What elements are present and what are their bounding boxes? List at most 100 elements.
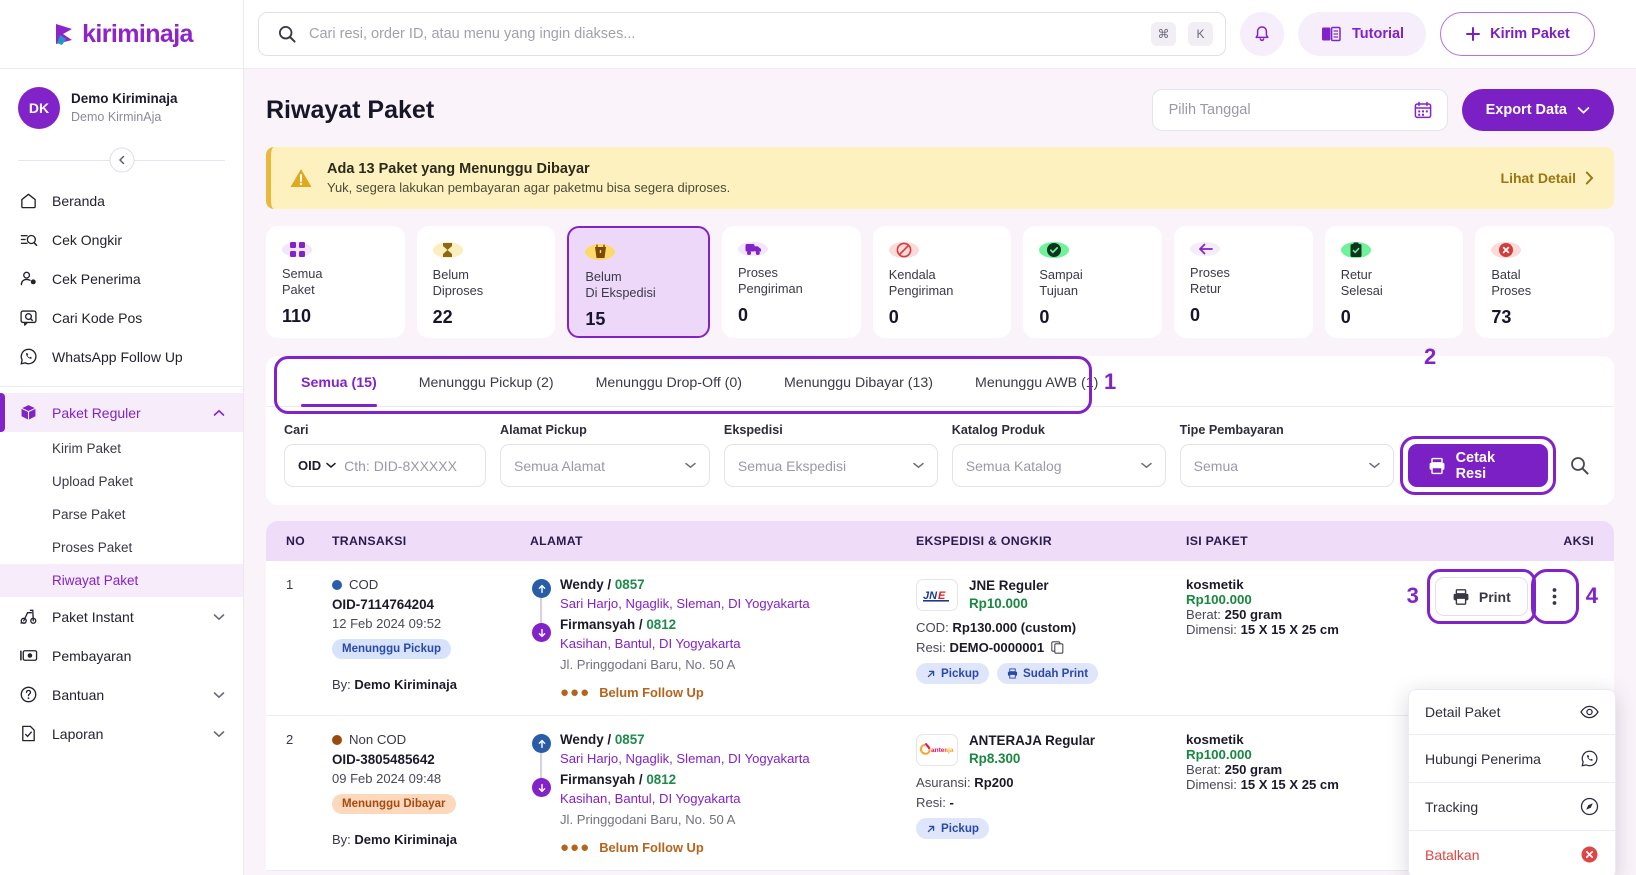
row-menu-button[interactable] bbox=[1540, 577, 1570, 616]
tab-menunggu-drop-off[interactable]: Menunggu Drop-Off (0) bbox=[575, 356, 763, 406]
follow-up-status[interactable]: ●●● Belum Follow Up bbox=[560, 839, 916, 856]
sidebar-group-paket-reguler[interactable]: Paket Reguler bbox=[0, 393, 243, 432]
filter-label: Ekspedisi bbox=[724, 423, 938, 437]
search-input-placeholder: Cth: DID-8XXXXX bbox=[344, 458, 457, 474]
status-card-semua-paket[interactable]: SemuaPaket 110 bbox=[266, 226, 405, 338]
order-datetime: 09 Feb 2024 09:48 bbox=[332, 771, 530, 786]
alert-detail-link[interactable]: Lihat Detail bbox=[1501, 170, 1594, 186]
status-card-sampai-tujuan[interactable]: SampaiTujuan 0 bbox=[1023, 226, 1162, 338]
annotation-4: 4 bbox=[1586, 583, 1598, 609]
select-value: Semua Katalog bbox=[966, 458, 1062, 474]
sidebar-item-label: Beranda bbox=[52, 193, 105, 209]
cell-alamat: Wendy / 0857 Sari Harjo, Ngaglik, Sleman… bbox=[530, 577, 916, 701]
menu-item-hubungi-penerima[interactable]: Hubungi Penerima bbox=[1409, 735, 1615, 783]
calendar-icon bbox=[1413, 100, 1433, 120]
tab-semua[interactable]: Semua (15) bbox=[280, 356, 398, 406]
sidebar-item-upload-paket[interactable]: Upload Paket bbox=[0, 465, 243, 498]
tipe-pembayaran-select[interactable]: Semua bbox=[1180, 444, 1394, 487]
profile-subtitle: Demo KirminAja bbox=[71, 109, 178, 126]
status-tabs: Semua (15) Menunggu Pickup (2) Menunggu … bbox=[266, 356, 1614, 407]
menu-item-tracking[interactable]: Tracking bbox=[1409, 783, 1615, 831]
tab-menunggu-pickup[interactable]: Menunggu Pickup (2) bbox=[398, 356, 575, 406]
by-label: By: bbox=[332, 832, 351, 847]
tab-menunggu-awb[interactable]: Menunggu AWB (1) bbox=[954, 356, 1119, 406]
status-card-proses-pengiriman[interactable]: ProsesPengiriman 0 bbox=[722, 226, 861, 338]
status-card-belum-di-ekspedisi[interactable]: BelumDi Ekspedisi 15 bbox=[567, 226, 710, 338]
sidebar-item-label: Cek Penerima bbox=[52, 271, 141, 287]
sidebar-item-paket-instant[interactable]: Paket Instant bbox=[0, 597, 243, 636]
sidebar-item-proses-paket[interactable]: Proses Paket bbox=[0, 531, 243, 564]
card-label-line1: Kendala bbox=[889, 267, 936, 282]
card-label-line2: Proses bbox=[1491, 283, 1531, 298]
sidebar-item-riwayat-paket[interactable]: Riwayat Paket bbox=[0, 564, 243, 597]
notifications-button[interactable] bbox=[1240, 12, 1284, 56]
copy-icon[interactable] bbox=[1051, 641, 1064, 654]
sidebar-item-cek-ongkir[interactable]: Cek Ongkir bbox=[0, 220, 243, 259]
weight-value: 250 gram bbox=[1225, 607, 1283, 622]
tab-menunggu-dibayar[interactable]: Menunggu Dibayar (13) bbox=[763, 356, 954, 406]
check-circle-icon bbox=[1039, 242, 1069, 258]
date-picker-input[interactable]: Pilih Tanggal bbox=[1169, 102, 1405, 118]
resi-line: Resi: - bbox=[916, 795, 1186, 810]
status-card-belum-diproses[interactable]: BelumDiproses 22 bbox=[417, 226, 556, 338]
tutorial-button[interactable]: Tutorial bbox=[1298, 12, 1426, 56]
chevron-down-icon bbox=[213, 613, 225, 621]
sidebar-item-cari-kode-pos[interactable]: Cari Kode Pos bbox=[0, 298, 243, 337]
search-input[interactable]: Cari resi, order ID, atau menu yang ingi… bbox=[309, 26, 1139, 42]
sidebar-item-beranda[interactable]: Beranda bbox=[0, 181, 243, 220]
sidebar-item-parse-paket[interactable]: Parse Paket bbox=[0, 498, 243, 531]
sidebar-item-whatsapp-follow-up[interactable]: WhatsApp Follow Up bbox=[0, 337, 243, 376]
chevron-down-icon bbox=[913, 462, 924, 469]
kirim-paket-button[interactable]: Kirim Paket bbox=[1440, 12, 1595, 56]
menu-item-label: Tracking bbox=[1425, 799, 1478, 815]
search-input[interactable]: OID Cth: DID-8XXXXX bbox=[284, 444, 486, 487]
status-card-kendala-pengiriman[interactable]: KendalaPengiriman 0 bbox=[873, 226, 1012, 338]
profile[interactable]: DK Demo Kiriminaja Demo KirminAja bbox=[0, 69, 243, 137]
date-picker[interactable]: Pilih Tanggal bbox=[1152, 89, 1448, 131]
search-type-dropdown[interactable]: OID bbox=[298, 458, 336, 473]
sidebar-item-cek-penerima[interactable]: Cek Penerima bbox=[0, 259, 243, 298]
katalog-produk-select[interactable]: Semua Katalog bbox=[952, 444, 1166, 487]
filter-label: Katalog Produk bbox=[952, 423, 1166, 437]
sidebar-item-kirim-paket[interactable]: Kirim Paket bbox=[0, 432, 243, 465]
global-search[interactable]: Cari resi, order ID, atau menu yang ingi… bbox=[258, 12, 1226, 56]
sidebar-item-label: Cari Kode Pos bbox=[52, 310, 142, 326]
grid-icon bbox=[282, 242, 312, 257]
export-data-button[interactable]: Export Data bbox=[1462, 89, 1614, 131]
select-value: Semua Ekspedisi bbox=[738, 458, 846, 474]
logo[interactable]: kiriminaja bbox=[0, 0, 243, 69]
print-button[interactable]: Print bbox=[1435, 577, 1528, 616]
item-name: kosmetik bbox=[1186, 732, 1376, 747]
annotation-1: 1 bbox=[1104, 369, 1116, 395]
ekspedisi-select[interactable]: Semua Ekspedisi bbox=[724, 444, 938, 487]
collapse-sidebar-button[interactable] bbox=[109, 148, 134, 173]
menu-item-batalkan[interactable]: Batalkan bbox=[1409, 831, 1615, 875]
sender-name: Wendy bbox=[560, 577, 604, 592]
pickup-pin-icon bbox=[532, 734, 551, 753]
status-card-proses-retur[interactable]: ProsesRetur 0 bbox=[1174, 226, 1313, 338]
card-value: 0 bbox=[889, 307, 998, 328]
cetak-resi-button[interactable]: Cetak Resi bbox=[1408, 444, 1549, 487]
sidebar-item-laporan[interactable]: Laporan bbox=[0, 714, 243, 753]
follow-up-status[interactable]: ●●● Belum Follow Up bbox=[560, 684, 916, 701]
item-weight: Berat: 250 gram bbox=[1186, 762, 1376, 777]
menu-item-detail-paket[interactable]: Detail Paket bbox=[1409, 690, 1615, 735]
payment-type-label: Non COD bbox=[349, 732, 406, 747]
status-card-batal-proses[interactable]: BatalProses 73 bbox=[1475, 226, 1614, 338]
chip-sudah-print: Sudah Print bbox=[997, 663, 1098, 684]
follow-up-label: Belum Follow Up bbox=[599, 840, 704, 855]
table-header-row: NO TRANSAKSI ALAMAT EKSPEDISI & ONGKIR I… bbox=[266, 521, 1614, 561]
sidebar-item-pembayaran[interactable]: Pembayaran bbox=[0, 636, 243, 675]
printer-icon bbox=[1452, 588, 1470, 606]
sidebar-item-bantuan[interactable]: Bantuan bbox=[0, 675, 243, 714]
search-icon bbox=[1569, 455, 1590, 476]
address-block: Wendy / 0857 Sari Harjo, Ngaglik, Sleman… bbox=[530, 577, 916, 701]
courier-summary: anter aja ANTERAJA Regular Rp8.300 bbox=[916, 732, 1186, 768]
apply-filter-search-button[interactable] bbox=[1562, 444, 1596, 487]
card-label-line2: Paket bbox=[282, 282, 315, 297]
status-card-retur-selesai[interactable]: ReturSelesai 0 bbox=[1325, 226, 1464, 338]
sidebar-item-label: Bantuan bbox=[52, 687, 104, 703]
chip-pickup: Pickup bbox=[916, 818, 989, 839]
receiver-address: Kasihan, Bantul, DI Yogyakarta bbox=[560, 791, 916, 806]
alamat-pickup-select[interactable]: Semua Alamat bbox=[500, 444, 710, 487]
